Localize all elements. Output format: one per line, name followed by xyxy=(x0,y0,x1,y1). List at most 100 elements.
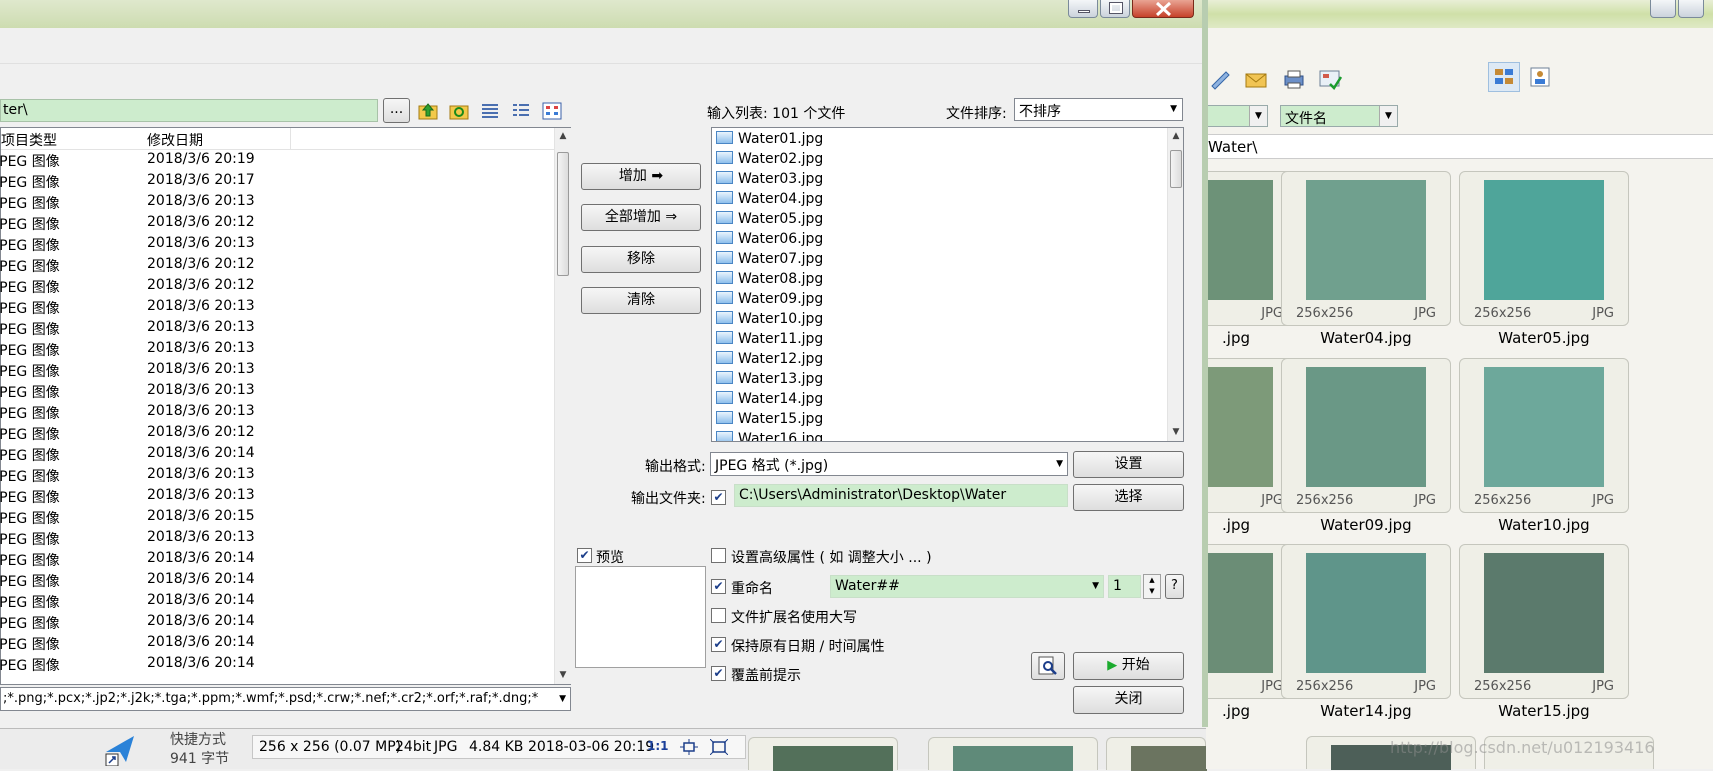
input-file-name: Water13.jpg xyxy=(738,371,824,387)
output-folder-input[interactable]: C:\Users\Administrator\Desktop\Water xyxy=(734,484,1068,507)
up-folder-icon[interactable] xyxy=(418,101,438,121)
list-item[interactable]: Water16.jpg xyxy=(716,431,823,441)
mail-icon[interactable] xyxy=(1244,68,1268,90)
help-button[interactable]: ? xyxy=(1165,574,1184,599)
scroll-up-icon[interactable]: ▲ xyxy=(1168,128,1183,145)
list-item[interactable]: Water14.jpg xyxy=(716,391,823,411)
image-file-icon xyxy=(716,331,733,344)
list-item[interactable]: Water08.jpg xyxy=(716,271,823,291)
rename-pattern-combo[interactable]: Water## ▼ xyxy=(830,575,1104,598)
settings-button[interactable]: 设置 xyxy=(1073,451,1184,478)
sort-combo[interactable]: 不排序 ▼ xyxy=(1014,98,1183,121)
advanced-checkbox[interactable] xyxy=(711,548,726,563)
viewer-path-bar[interactable]: Water\ xyxy=(1206,134,1713,159)
list-item[interactable]: Water03.jpg xyxy=(716,171,823,191)
file-date-cell: 2018/3/6 20:13 xyxy=(147,319,255,335)
maximize-button[interactable] xyxy=(1100,0,1130,18)
preview-search-button[interactable] xyxy=(1031,652,1065,680)
file-filter-combo[interactable]: ;*.png;*.pcx;*.jp2;*.j2k;*.tga;*.ppm;*.w… xyxy=(0,687,571,711)
column-header-date[interactable]: 修改日期 xyxy=(147,130,203,150)
overwrite-prompt-checkbox[interactable]: ✔ xyxy=(711,666,726,681)
list-item[interactable]: Water12.jpg xyxy=(716,351,823,371)
list-view-icon[interactable] xyxy=(480,101,500,121)
thumbnail-card[interactable]: 256x256 JPG xyxy=(1281,544,1451,699)
scroll-down-icon[interactable]: ▼ xyxy=(555,667,571,684)
thumbnail-card-partial[interactable] xyxy=(748,737,898,771)
minimize-button[interactable] xyxy=(1068,0,1098,18)
folder-file-list[interactable]: 项目类型 修改日期 JPEG 图像 2018/3/6 20:19 JPEG 图像 20… xyxy=(0,127,571,685)
spin-down-icon[interactable]: ▼ xyxy=(1144,586,1160,597)
close-button[interactable]: 关闭 xyxy=(1073,686,1184,714)
scroll-thumb[interactable] xyxy=(557,152,569,276)
list-item[interactable]: Water15.jpg xyxy=(716,411,823,431)
start-label: 开始 xyxy=(1121,657,1150,673)
list-item[interactable]: Water06.jpg xyxy=(716,231,823,251)
add-button[interactable]: 增加 ➡ xyxy=(581,163,701,190)
image-file-icon xyxy=(716,351,733,364)
list-item[interactable]: Water10.jpg xyxy=(716,311,823,331)
viewer-maximize-button[interactable] xyxy=(1678,0,1704,18)
viewer-minimize-button[interactable] xyxy=(1650,0,1676,18)
list-item[interactable]: Water13.jpg xyxy=(716,371,823,391)
file-type-cell: JPEG 图像 xyxy=(0,154,60,170)
details-view-icon[interactable] xyxy=(1528,66,1552,88)
rename-start-value: 1 xyxy=(1113,578,1122,594)
list-item[interactable]: Water09.jpg xyxy=(716,291,823,311)
thumbnail-image xyxy=(1306,180,1426,300)
list-item[interactable]: Water07.jpg xyxy=(716,251,823,271)
thumbnail-card-partial[interactable] xyxy=(1106,737,1207,771)
scroll-down-icon[interactable]: ▼ xyxy=(1168,424,1183,441)
thumbnail-card[interactable]: 256x256 JPG xyxy=(1459,544,1629,699)
output-folder-checkbox[interactable]: ✔ xyxy=(711,490,726,505)
start-button[interactable]: ▶ 开始 xyxy=(1073,652,1184,680)
detail-list-icon[interactable] xyxy=(511,101,531,121)
slideshow-icon[interactable] xyxy=(1318,68,1343,90)
thumbnail-card-partial[interactable] xyxy=(928,737,1098,771)
input-list-scrollbar[interactable]: ▲ ▼ xyxy=(1167,128,1183,441)
list-item[interactable]: Water02.jpg xyxy=(716,151,823,171)
thumbnail-card[interactable]: 256x256 JPG xyxy=(1281,358,1451,513)
grid-view-icon[interactable] xyxy=(542,101,562,121)
rename-start-stepper[interactable]: ▲ ▼ xyxy=(1143,574,1161,599)
keep-date-checkbox[interactable]: ✔ xyxy=(711,637,726,652)
thumbnail-card[interactable]: 256x256 JPG xyxy=(1459,358,1629,513)
list-item[interactable]: Water05.jpg xyxy=(716,211,823,231)
viewer-filter-combo[interactable]: ▼ xyxy=(1206,105,1268,127)
rename-checkbox[interactable]: ✔ xyxy=(711,579,726,594)
viewer-sort-value: 文件名 xyxy=(1285,111,1327,127)
choose-folder-button[interactable]: 选择 xyxy=(1073,484,1184,511)
file-date-cell: 2018/3/6 20:14 xyxy=(147,445,255,461)
viewer-sort-combo[interactable]: 文件名 ▼ xyxy=(1280,105,1398,127)
uppercase-ext-checkbox[interactable] xyxy=(711,608,726,623)
preview-checkbox[interactable]: ✔ xyxy=(577,548,592,563)
list-item[interactable]: Water01.jpg xyxy=(716,131,823,151)
refresh-folder-icon[interactable] xyxy=(449,101,469,121)
clear-button[interactable]: 清除 xyxy=(581,287,701,314)
output-format-combo[interactable]: JPEG 格式 (*.jpg) ▼ xyxy=(710,452,1068,476)
fullscreen-icon[interactable] xyxy=(709,738,729,759)
edit-icon[interactable] xyxy=(1208,68,1232,90)
thumbnail-view-icon[interactable] xyxy=(1488,62,1520,92)
column-header-type[interactable]: 项目类型 xyxy=(1,130,57,150)
spin-up-icon[interactable]: ▲ xyxy=(1144,575,1160,586)
rename-start-input[interactable]: 1 xyxy=(1108,575,1141,598)
scroll-thumb[interactable] xyxy=(1170,150,1182,188)
remove-button[interactable]: 移除 xyxy=(581,246,701,273)
fit-icon[interactable] xyxy=(680,739,698,759)
thumbnail-name: Water05.jpg xyxy=(1498,329,1590,347)
input-file-list[interactable]: Water01.jpg Water02.jpg Water03.jpg Water04… xyxy=(711,127,1184,442)
list-item[interactable]: Water04.jpg xyxy=(716,191,823,211)
print-icon[interactable] xyxy=(1282,68,1306,90)
browse-button[interactable]: ... xyxy=(383,98,410,123)
thumbnail-card[interactable]: 256x256 JPG xyxy=(1459,171,1629,326)
thumbnail-card[interactable]: 256x256 JPG xyxy=(1281,171,1451,326)
overwrite-prompt-label: 覆盖前提示 xyxy=(731,668,801,684)
scroll-up-icon[interactable]: ▲ xyxy=(555,128,571,145)
file-list-scrollbar[interactable]: ▲ ▼ xyxy=(554,128,571,684)
list-item[interactable]: Water11.jpg xyxy=(716,331,823,351)
close-window-button[interactable] xyxy=(1132,0,1194,18)
folder-path-input[interactable]: ter\ xyxy=(0,99,378,122)
input-file-name: Water06.jpg xyxy=(738,231,824,247)
add-all-button[interactable]: 全部增加 ⇒ xyxy=(581,204,701,231)
file-type-cell: JPEG 图像 xyxy=(0,616,60,632)
